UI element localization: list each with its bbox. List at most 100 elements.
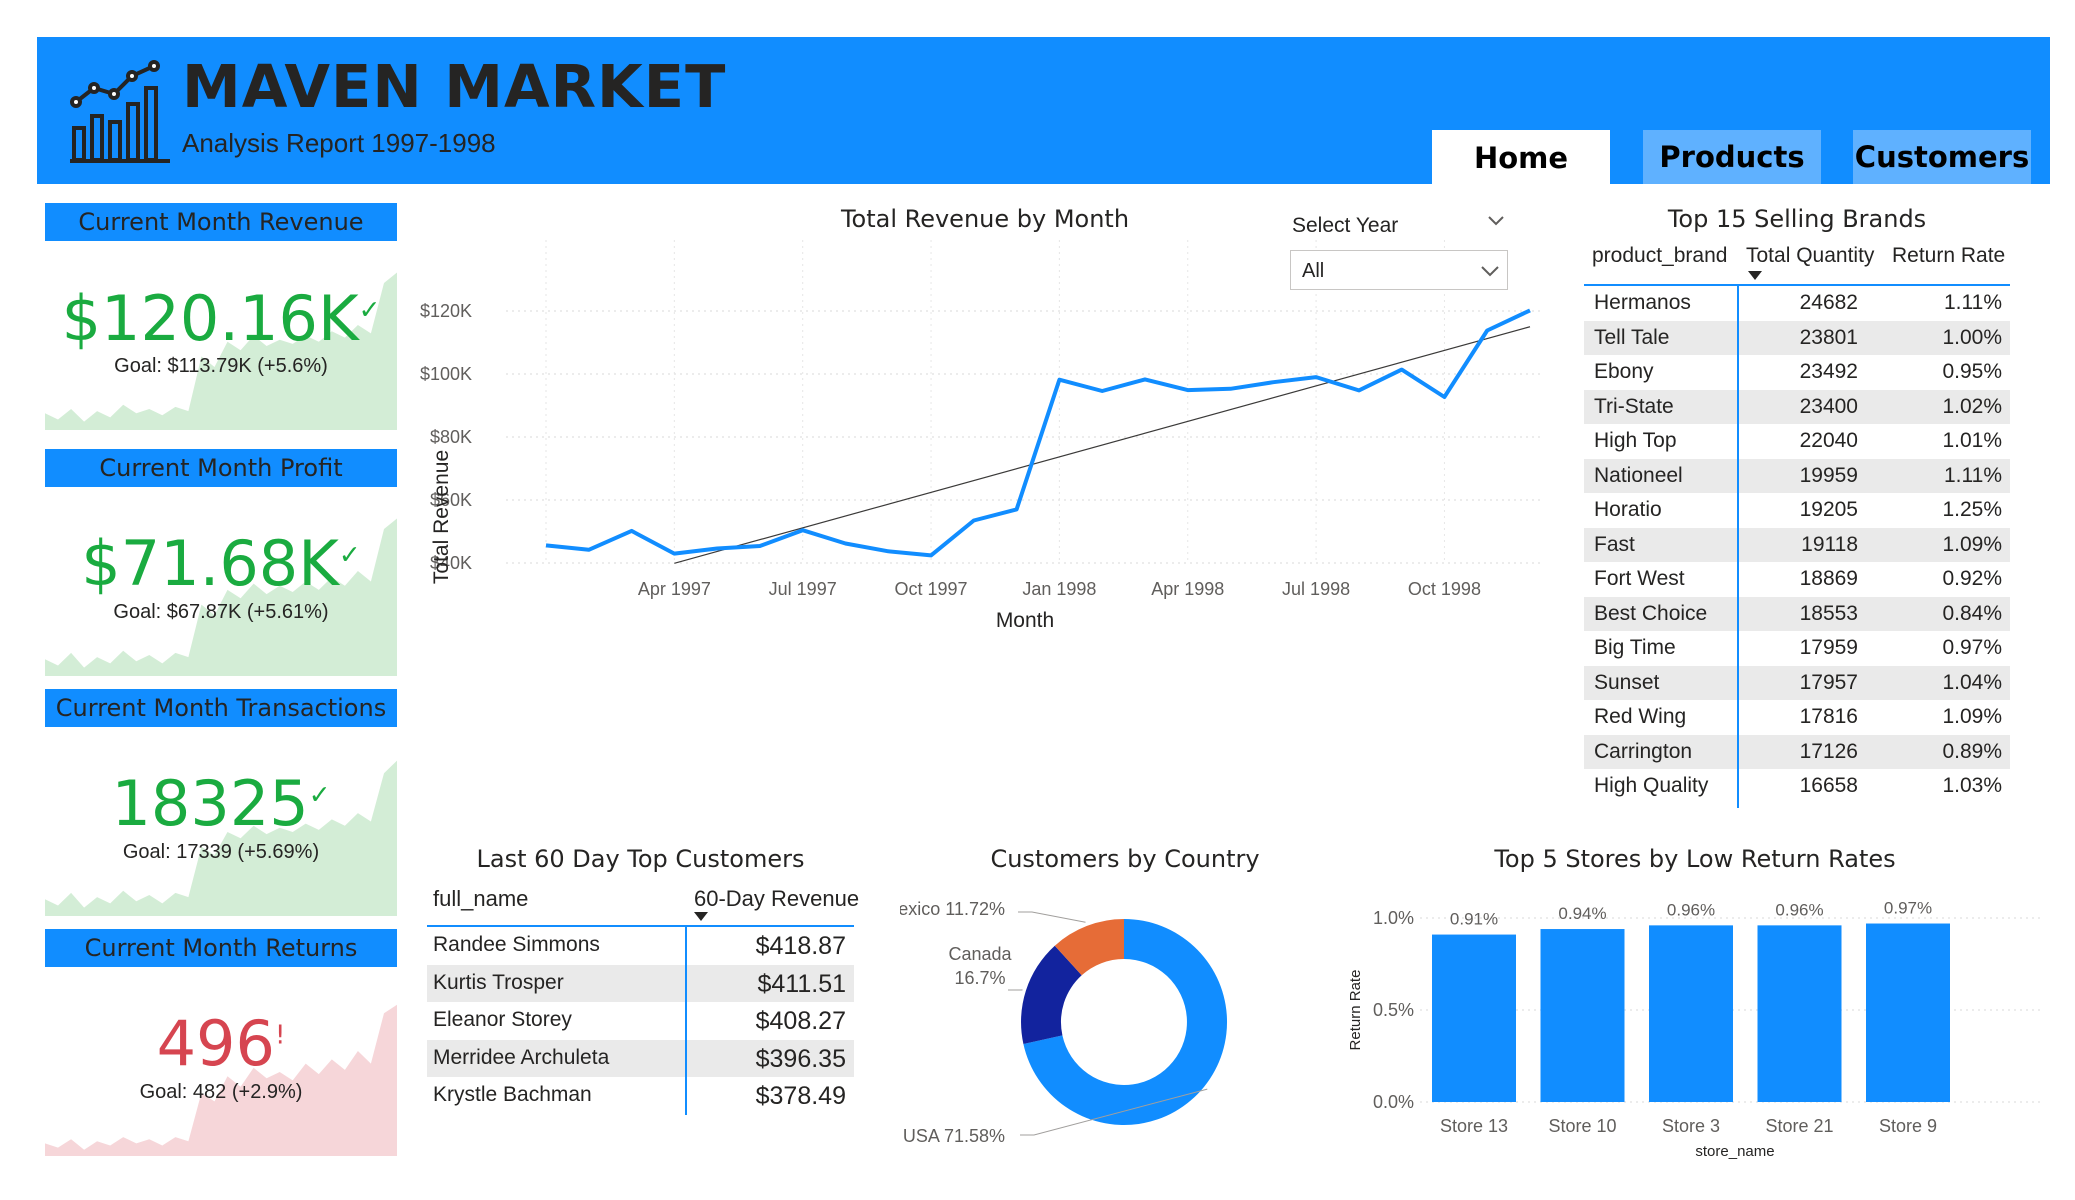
- donut-leader-line: [1018, 911, 1086, 923]
- brands-column-divider: [1737, 286, 1739, 808]
- stores-chart-title: Top 5 Stores by Low Return Rates: [1494, 845, 1896, 873]
- check-icon: ✓: [358, 295, 381, 326]
- table-row[interactable]: Sunset 17957 1.04%: [1584, 665, 2010, 700]
- tab-products[interactable]: Products: [1643, 130, 1821, 184]
- table-row[interactable]: Tell Tale 23801 1.00%: [1584, 320, 2010, 355]
- table-row[interactable]: Merridee Archuleta $396.35: [427, 1039, 854, 1077]
- brand-name: Carrington: [1594, 739, 1693, 763]
- donut-data-label: USA 71.58%: [903, 1126, 1005, 1146]
- brand-name: Sunset: [1594, 670, 1660, 694]
- brand-return-rate: 1.09%: [1942, 705, 2002, 728]
- table-row[interactable]: High Top 22040 1.01%: [1584, 424, 2010, 459]
- col-header-product-brand[interactable]: product_brand: [1592, 244, 1727, 268]
- brand-name: High Top: [1594, 429, 1677, 452]
- table-row[interactable]: Big Time 17959 0.97%: [1584, 631, 2010, 666]
- x-tick-label: Oct 1998: [1408, 579, 1481, 599]
- table-row[interactable]: Ebony 23492 0.95%: [1584, 355, 2010, 390]
- sort-descending-icon[interactable]: [1748, 271, 1762, 280]
- y-axis-label: Return Rate: [1347, 970, 1364, 1051]
- table-row[interactable]: Hermanos 24682 1.11%: [1584, 286, 2010, 321]
- x-tick-label: Store 9: [1879, 1116, 1937, 1136]
- customer-revenue: $411.51: [757, 969, 846, 998]
- customers-table-title: Last 60 Day Top Customers: [476, 845, 805, 873]
- brand-name: Big Time: [1594, 636, 1676, 659]
- kpi-transactions-value: 18325✓: [45, 767, 397, 840]
- brand-return-rate: 1.04%: [1942, 670, 2002, 694]
- x-tick-label: Store 21: [1765, 1116, 1833, 1136]
- stores-return-rate-bar-chart[interactable]: 0.0% 0.5% 1.0% 0.91% Store 13 0.94% Store 10 0.…: [1340, 880, 2050, 1170]
- brand-quantity: 16658: [1799, 774, 1858, 797]
- bar-store-9: [1866, 923, 1950, 1102]
- kpi-profit-number: $71.68K: [81, 527, 339, 600]
- brand-quantity: 23801: [1799, 325, 1858, 349]
- chevron-down-icon[interactable]: [1486, 214, 1506, 228]
- x-tick-label: Jul 1998: [1282, 579, 1350, 599]
- y-tick-label: $100K: [420, 364, 472, 384]
- bar-store-13: [1432, 934, 1516, 1102]
- table-row[interactable]: Horatio 19205 1.25%: [1584, 493, 2010, 528]
- brand-name: Nationeel: [1594, 463, 1683, 487]
- donut-leader-line: [1008, 989, 1023, 991]
- kpi-revenue-value: $120.16K✓: [45, 282, 397, 355]
- customers-column-divider: [685, 927, 687, 1115]
- brand-quantity: 22040: [1799, 429, 1858, 452]
- bar-data-label: 0.96%: [1667, 900, 1715, 919]
- y-tick-label: 0.5%: [1373, 1000, 1414, 1020]
- table-row[interactable]: High Quality 16658 1.03%: [1584, 769, 2010, 804]
- chevron-down-icon[interactable]: [1480, 264, 1500, 278]
- kpi-revenue-number: $120.16K: [61, 282, 359, 355]
- brand-return-rate: 1.02%: [1942, 394, 2002, 418]
- brand-name: Red Wing: [1594, 705, 1687, 728]
- bar-data-label: 0.96%: [1775, 900, 1823, 919]
- brand-return-rate: 1.11%: [1944, 291, 2002, 314]
- table-row[interactable]: Eleanor Storey $408.27: [427, 1002, 854, 1040]
- brand-quantity: 23400: [1799, 394, 1858, 418]
- brand-return-rate: 0.97%: [1942, 636, 2002, 659]
- table-row[interactable]: Carrington 17126 0.89%: [1584, 734, 2010, 769]
- brand-name: High Quality: [1594, 774, 1709, 797]
- col-header-return-rate[interactable]: Return Rate: [1892, 244, 2005, 268]
- y-tick-label: $80K: [430, 427, 472, 447]
- bar-store-21: [1757, 925, 1842, 1102]
- brand-quantity: 17957: [1799, 670, 1858, 694]
- col-header-60-day-revenue[interactable]: 60-Day Revenue: [694, 886, 859, 912]
- customer-revenue: $408.27: [755, 1007, 846, 1035]
- check-icon: ✓: [338, 540, 361, 571]
- customer-name: Randee Simmons: [433, 933, 600, 956]
- x-tick-label: Store 13: [1440, 1116, 1508, 1136]
- table-row[interactable]: Fast 19118 1.09%: [1584, 527, 2010, 562]
- brand-return-rate: 1.11%: [1944, 463, 2002, 487]
- brand-name: Best Choice: [1594, 601, 1708, 625]
- brand-return-rate: 1.01%: [1942, 429, 2002, 452]
- table-row[interactable]: Red Wing 17816 1.09%: [1584, 700, 2010, 735]
- brand-quantity: 23492: [1799, 360, 1858, 383]
- kpi-profit-value: $71.68K✓: [45, 527, 397, 600]
- brand-quantity: 19959: [1799, 463, 1858, 487]
- customers-by-country-donut[interactable]: USA 71.58% Canada16.7% Mexico 11.72%: [900, 870, 1300, 1160]
- tab-home[interactable]: Home: [1432, 130, 1610, 186]
- x-tick-label: Apr 1997: [638, 579, 711, 599]
- table-row[interactable]: Fort West 18869 0.92%: [1584, 562, 2010, 597]
- x-tick-label: Apr 1998: [1151, 579, 1224, 599]
- table-row[interactable]: Randee Simmons $418.87: [427, 927, 854, 965]
- customer-name: Merridee Archuleta: [433, 1045, 610, 1069]
- sort-descending-icon[interactable]: [694, 912, 708, 921]
- bar-chart-trend-icon: [70, 60, 170, 163]
- kpi-returns-value: 496!: [45, 1007, 397, 1080]
- table-row[interactable]: Nationeel 19959 1.11%: [1584, 458, 2010, 493]
- brand-quantity: 18869: [1799, 567, 1858, 590]
- col-header-total-quantity[interactable]: Total Quantity: [1746, 244, 1874, 268]
- tab-customers[interactable]: Customers: [1853, 130, 2031, 184]
- kpi-transactions-goal: Goal: 17339 (+5.69%): [122, 841, 320, 863]
- col-header-full-name[interactable]: full_name: [433, 886, 528, 912]
- x-tick-label: Jul 1997: [769, 579, 837, 599]
- customer-revenue: $378.49: [755, 1082, 846, 1110]
- revenue-line-chart[interactable]: $40K$60K$80K$100K$120KApr 1997 Jul 1997 Oc…: [410, 240, 1540, 820]
- table-row[interactable]: Krystle Bachman $378.49: [427, 1077, 854, 1115]
- brand-quantity: 19205: [1799, 498, 1858, 521]
- table-row[interactable]: Tri-State 23400 1.02%: [1584, 389, 2010, 424]
- table-row[interactable]: Best Choice 18553 0.84%: [1584, 596, 2010, 631]
- y-axis-label: Total Revenue: [430, 450, 453, 584]
- brand-return-rate: 0.89%: [1942, 739, 2002, 763]
- table-row[interactable]: Kurtis Trosper $411.51: [427, 964, 854, 1002]
